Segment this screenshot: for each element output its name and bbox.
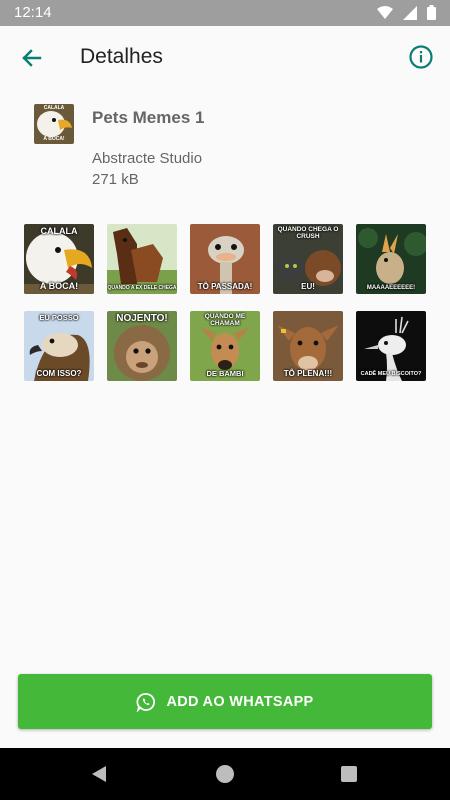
- battery-icon: [427, 5, 436, 25]
- sticker-caption-bottom: QUANDO A EX DELE CHEGA: [107, 284, 177, 291]
- tray-caption-top: CALALA: [43, 105, 65, 111]
- sticker-eagle[interactable]: CALALA A BOCA!: [24, 224, 94, 294]
- sticker-horses[interactable]: QUANDO A EX DELE CHEGA: [107, 224, 177, 294]
- sticker-caption-bottom: EU!: [301, 281, 315, 291]
- sticker-caption-bottom: TÔ PASSADA!: [197, 281, 253, 291]
- sticker-caption-bottom: CADÊ MEU BISCOITO?: [360, 371, 422, 378]
- nav-back-icon[interactable]: [90, 765, 108, 788]
- pack-size: 271 kB: [92, 171, 139, 188]
- sticker-caption-top: EU POSSO: [39, 313, 79, 322]
- signal-icon: [403, 5, 417, 25]
- pack-name: Pets Memes 1: [92, 108, 205, 127]
- sticker-caption-top: QUANDO CHEGA O CRUSH: [277, 226, 339, 240]
- sticker-caption-bottom: MAAAAEEEEEE!: [366, 284, 416, 291]
- sticker-caption-top: CALALA: [40, 226, 78, 236]
- sticker-caption-bottom: COM ISSO?: [36, 368, 82, 378]
- back-button[interactable]: [18, 44, 46, 72]
- pack-publisher: Abstracte Studio: [92, 150, 203, 167]
- sticker-caption-bottom: DE BAMBI: [206, 369, 244, 379]
- sticker-monkey[interactable]: NOJENTO!: [107, 311, 177, 381]
- whatsapp-icon: [136, 692, 156, 712]
- info-button[interactable]: [408, 44, 436, 72]
- sticker-eagle-profile[interactable]: EU POSSO COM ISSO?: [24, 311, 94, 381]
- sticker-white-peacock[interactable]: CADÊ MEU BISCOITO?: [356, 311, 426, 381]
- pack-header: CALALA A BOCA! Pets Memes 1 Abstracte St…: [34, 104, 434, 194]
- sticker-caption-bottom: TÔ PLENA!!!: [283, 368, 333, 378]
- status-time: 12:14: [14, 4, 52, 21]
- system-nav-bar: [0, 748, 450, 800]
- info-icon: [409, 45, 433, 69]
- page-title: Detalhes: [80, 45, 163, 68]
- arrow-left-icon: [22, 49, 42, 67]
- status-bar: 12:14: [0, 0, 450, 26]
- add-button-label: ADD AO WHATSAPP: [166, 693, 314, 710]
- tray-caption-bottom: A BOCA!: [43, 136, 65, 142]
- sticker-caption-bottom: A BOCA!: [39, 280, 79, 291]
- sticker-calf[interactable]: TÔ PLENA!!!: [273, 311, 343, 381]
- nav-home-icon[interactable]: [216, 765, 234, 783]
- wifi-icon: [377, 5, 393, 25]
- sticker-cat-and-cow[interactable]: QUANDO CHEGA O CRUSH EU!: [273, 224, 343, 294]
- sticker-caption-top: NOJENTO!: [116, 313, 168, 324]
- app-bar: Detalhes: [0, 26, 450, 90]
- tray-icon: CALALA A BOCA!: [34, 104, 74, 144]
- sticker-caption-top: QUANDO ME CHAMAM: [204, 313, 246, 327]
- nav-recents-icon[interactable]: [341, 766, 357, 782]
- sticker-deer[interactable]: QUANDO ME CHAMAM DE BAMBI: [190, 311, 260, 381]
- sticker-ostrich[interactable]: TÔ PASSADA!: [190, 224, 260, 294]
- status-icons: [377, 5, 436, 25]
- add-to-whatsapp-button[interactable]: ADD AO WHATSAPP: [18, 674, 432, 729]
- sticker-chick[interactable]: MAAAAEEEEEE!: [356, 224, 426, 294]
